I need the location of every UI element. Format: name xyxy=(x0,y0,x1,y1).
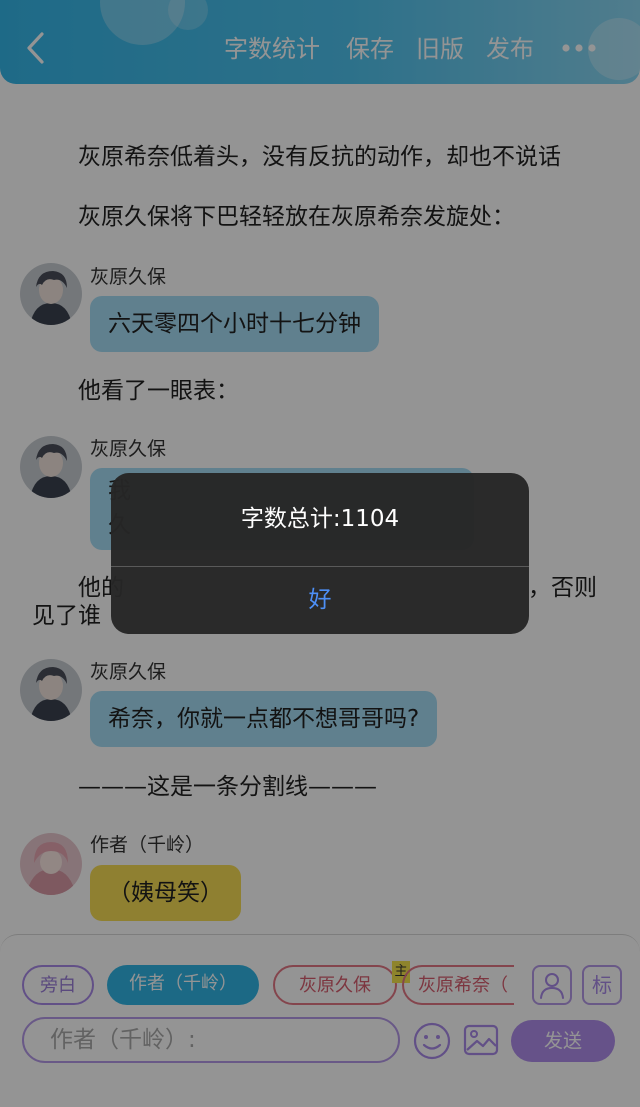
word-count-alert: 字数总计:1104 好 xyxy=(111,473,529,634)
alert-message: 字数总计:1104 xyxy=(240,506,400,532)
alert-ok-button[interactable]: 好 xyxy=(111,567,529,634)
